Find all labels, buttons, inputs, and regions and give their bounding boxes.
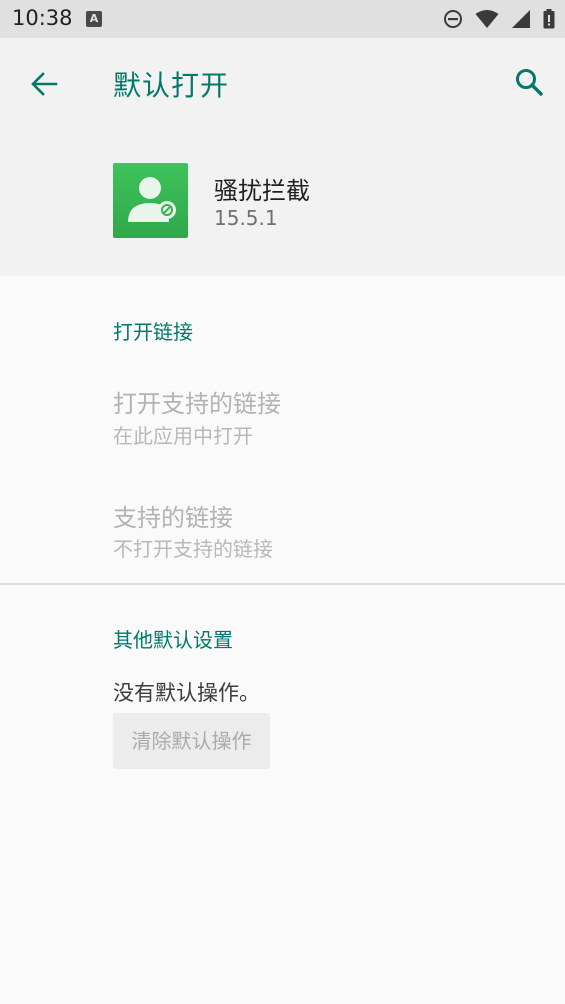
do-not-disturb-icon (444, 10, 462, 28)
no-default-message: 没有默认操作。 (113, 681, 260, 705)
search-button[interactable] (505, 58, 553, 106)
clear-defaults-button[interactable]: 清除默认操作 (113, 713, 270, 769)
section-title-open-links: 打开链接 (113, 320, 193, 344)
app-version: 15.5.1 (214, 206, 278, 230)
wifi-icon (475, 10, 499, 28)
pref-summary: 不打开支持的链接 (113, 537, 273, 561)
status-icons (443, 8, 555, 30)
section-title-other-defaults: 其他默认设置 (113, 628, 233, 652)
cellular-signal-icon (512, 10, 530, 28)
battery-icon (543, 9, 555, 29)
divider (0, 583, 565, 585)
status-time: 10:38 (12, 6, 73, 30)
status-bar: 10:38 A (0, 0, 565, 38)
pref-title: 打开支持的链接 (113, 390, 281, 418)
pref-summary: 在此应用中打开 (113, 424, 253, 448)
user-blocked-icon (128, 177, 176, 222)
back-button[interactable] (20, 60, 68, 108)
arrow-back-icon (31, 72, 58, 96)
a-notification-icon: A (86, 11, 102, 27)
app-icon (113, 163, 188, 238)
app-name: 骚扰拦截 (214, 177, 310, 205)
pref-title: 支持的链接 (113, 504, 233, 532)
page-title: 默认打开 (113, 69, 230, 102)
app-header: 默认打开 骚扰拦截 15.5.1 (0, 38, 565, 276)
search-icon (516, 69, 543, 96)
